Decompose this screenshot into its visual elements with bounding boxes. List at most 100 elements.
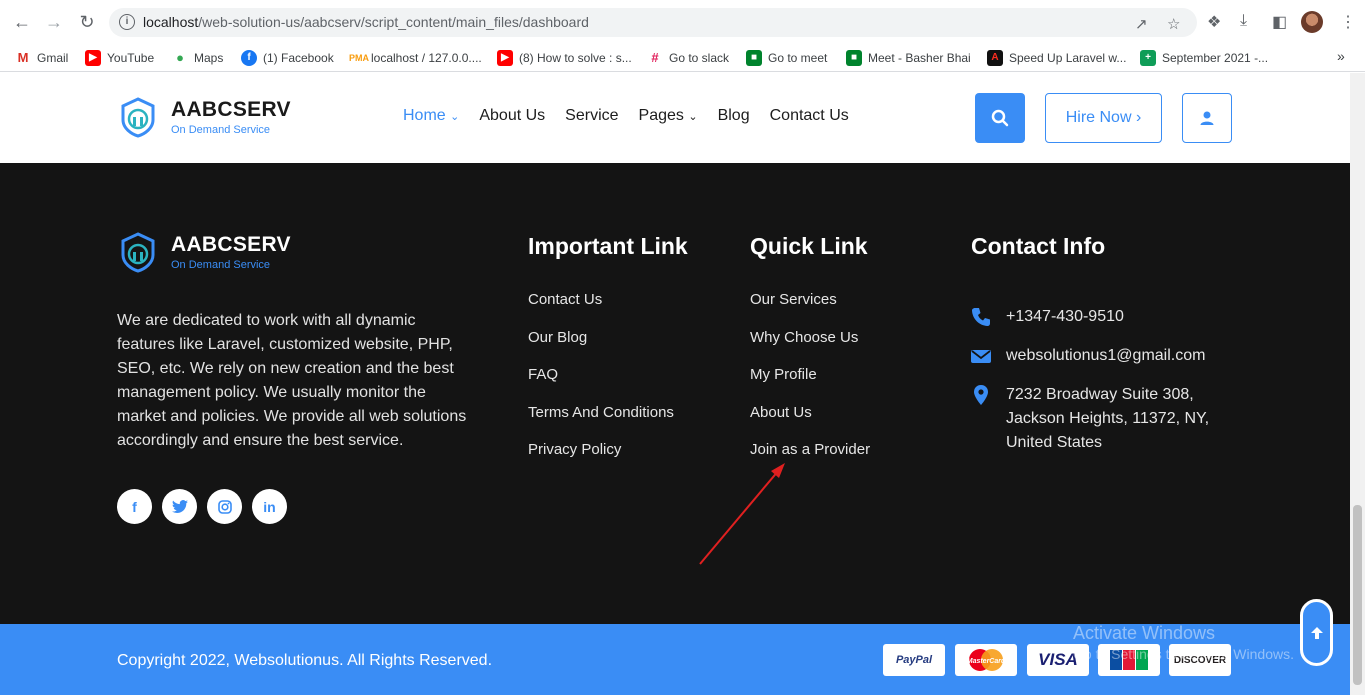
bookmark-star-icon[interactable]: ☆ [1167, 15, 1180, 33]
address-bar[interactable]: i localhost/web-solution-us/aabcserv/scr… [109, 8, 1197, 37]
copyright-text: Copyright 2022, Websolutionus. All Right… [117, 652, 493, 669]
bookmark-go-to-meet[interactable]: ■ Go to meet [746, 50, 827, 66]
bookmark-label: September 2021 -... [1162, 51, 1269, 65]
chevron-down-icon: ⌄ [450, 111, 460, 123]
phone-icon [972, 308, 990, 326]
chevron-right-icon: › [1135, 109, 1142, 126]
facebook-icon[interactable]: f [117, 489, 152, 524]
twitter-bird-icon [171, 499, 188, 513]
envelope-icon [971, 350, 991, 363]
meet-icon: ■ [746, 50, 762, 66]
important-link-title: Important Link [528, 233, 688, 259]
bookmark-label: Maps [194, 51, 224, 65]
search-icon [991, 109, 1009, 127]
url-text[interactable]: localhost/web-solution-us/aabcserv/scrip… [143, 14, 589, 30]
windows-activation-subtitle: Go to Settings to activate Windows. [1073, 646, 1294, 662]
nav-blog[interactable]: Blog [718, 107, 750, 125]
windows-activation-title: Activate Windows [1073, 623, 1216, 643]
quick-link-title: Quick Link [750, 233, 868, 259]
footer-link-privacy[interactable]: Privacy Policy [528, 441, 674, 479]
user-account-button[interactable] [1182, 93, 1232, 143]
bookmark-maps[interactable]: ● Maps [172, 50, 223, 66]
phone-number[interactable]: +1347-430-9510 [1006, 305, 1236, 329]
reload-icon[interactable]: ↻ [76, 11, 98, 33]
nav-service[interactable]: Service [565, 107, 618, 125]
hire-now-label: Hire Now [1065, 109, 1132, 126]
menu-kebab-icon[interactable]: ⋮ [1340, 12, 1356, 32]
bookmark-september[interactable]: + September 2021 -... [1140, 50, 1268, 66]
forward-icon[interactable]: → [43, 11, 65, 33]
meet-icon: ■ [846, 50, 862, 66]
bookmark-label: Speed Up Laravel w... [1009, 51, 1127, 65]
logo-icon [121, 232, 155, 273]
bookmark-meet-basher[interactable]: ■ Meet - Basher Bhai [846, 50, 971, 66]
nav-contact-us[interactable]: Contact Us [770, 107, 849, 125]
scrollbar-thumb[interactable] [1353, 505, 1362, 685]
email-address[interactable]: websolutionus1@gmail.com [1006, 344, 1236, 368]
phpmyadmin-icon: PMA [349, 50, 369, 66]
header-logo[interactable]: AABCSERV On Demand Service [117, 96, 291, 138]
footer-link-about-us[interactable]: About Us [750, 404, 870, 442]
back-to-top-button[interactable] [1300, 599, 1333, 666]
about-text: We are dedicated to work with all dynami… [117, 312, 467, 449]
footer-link-my-profile[interactable]: My Profile [750, 366, 870, 404]
mastercard-text: MasterCard [967, 658, 1006, 665]
contact-phone: +1347-430-9510 [971, 305, 1236, 329]
side-panel-icon[interactable]: ◧ [1272, 12, 1287, 32]
brand-name: AABCSERV [171, 98, 291, 121]
maps-icon: ● [172, 50, 188, 66]
bookmark-facebook[interactable]: f (1) Facebook [241, 50, 334, 66]
nav-about-us[interactable]: About Us [479, 107, 545, 125]
bookmark-label: (8) How to solve : s... [519, 51, 632, 65]
nav-label: Pages [638, 107, 684, 124]
footer-brand-name: AABCSERV [171, 233, 291, 256]
bookmark-slack[interactable]: # Go to slack [647, 50, 729, 66]
nav-pages[interactable]: Pages ⌄ [639, 107, 698, 125]
site-header: AABCSERV On Demand Service Home ⌄ About … [0, 73, 1350, 163]
site-footer: AABCSERV On Demand Service We are dedica… [0, 163, 1350, 624]
hire-now-button[interactable]: Hire Now › [1045, 93, 1162, 143]
contact-address: 7232 Broadway Suite 308, Jackson Heights… [971, 383, 1236, 455]
bookmark-label: Go to slack [669, 51, 730, 65]
instagram-icon[interactable] [207, 489, 242, 524]
social-links: f in [117, 489, 287, 524]
back-icon[interactable]: ← [11, 11, 33, 33]
footer-link-contact-us[interactable]: Contact Us [528, 291, 674, 329]
download-icon[interactable]: ⤓ [1240, 12, 1247, 30]
logo-icon [121, 97, 155, 138]
browser-toolbar: ← → ↻ i localhost/web-solution-us/aabcse… [0, 0, 1365, 44]
footer-link-why-choose-us[interactable]: Why Choose Us [750, 329, 870, 367]
bookmark-laravel[interactable]: A Speed Up Laravel w... [987, 50, 1126, 66]
footer-link-join-provider[interactable]: Join as a Provider [750, 441, 870, 479]
footer-logo[interactable]: AABCSERV On Demand Service [117, 231, 291, 273]
bookmark-label: Go to meet [768, 51, 828, 65]
search-button[interactable] [975, 93, 1025, 143]
bookmark-youtube[interactable]: ▶ YouTube [85, 50, 154, 66]
main-nav: Home ⌄ About Us Service Pages ⌄ Blog Con… [403, 107, 869, 125]
footer-link-our-services[interactable]: Our Services [750, 291, 870, 329]
nav-home[interactable]: Home ⌄ [403, 107, 459, 125]
footer-link-terms[interactable]: Terms And Conditions [528, 404, 674, 442]
instagram-glyph-icon [217, 499, 232, 514]
gmail-icon: M [15, 50, 31, 66]
share-icon[interactable]: ↗ [1135, 15, 1148, 33]
sheets-icon: + [1140, 50, 1156, 66]
youtube-icon: ▶ [497, 50, 513, 66]
quick-links-list: Our Services Why Choose Us My Profile Ab… [750, 291, 870, 479]
chevron-down-icon: ⌄ [688, 111, 698, 123]
twitter-icon[interactable] [162, 489, 197, 524]
mastercard-circles: MasterCard [967, 649, 1006, 671]
user-icon [1200, 111, 1214, 125]
linkedin-icon[interactable]: in [252, 489, 287, 524]
footer-link-faq[interactable]: FAQ [528, 366, 674, 404]
bookmark-localhost[interactable]: PMA localhost / 127.0.0.... [349, 50, 482, 66]
footer-link-our-blog[interactable]: Our Blog [528, 329, 674, 367]
more-bookmarks-button[interactable]: » [1337, 48, 1345, 64]
bookmark-how-to-solve[interactable]: ▶ (8) How to solve : s... [497, 50, 632, 66]
page-scrollbar[interactable] [1350, 73, 1365, 695]
bookmark-gmail[interactable]: M Gmail [15, 50, 68, 66]
nav-label: Home [403, 107, 446, 124]
profile-avatar[interactable] [1301, 11, 1323, 33]
extensions-icon[interactable]: ❖ [1207, 12, 1221, 32]
site-info-icon[interactable]: i [119, 14, 135, 30]
